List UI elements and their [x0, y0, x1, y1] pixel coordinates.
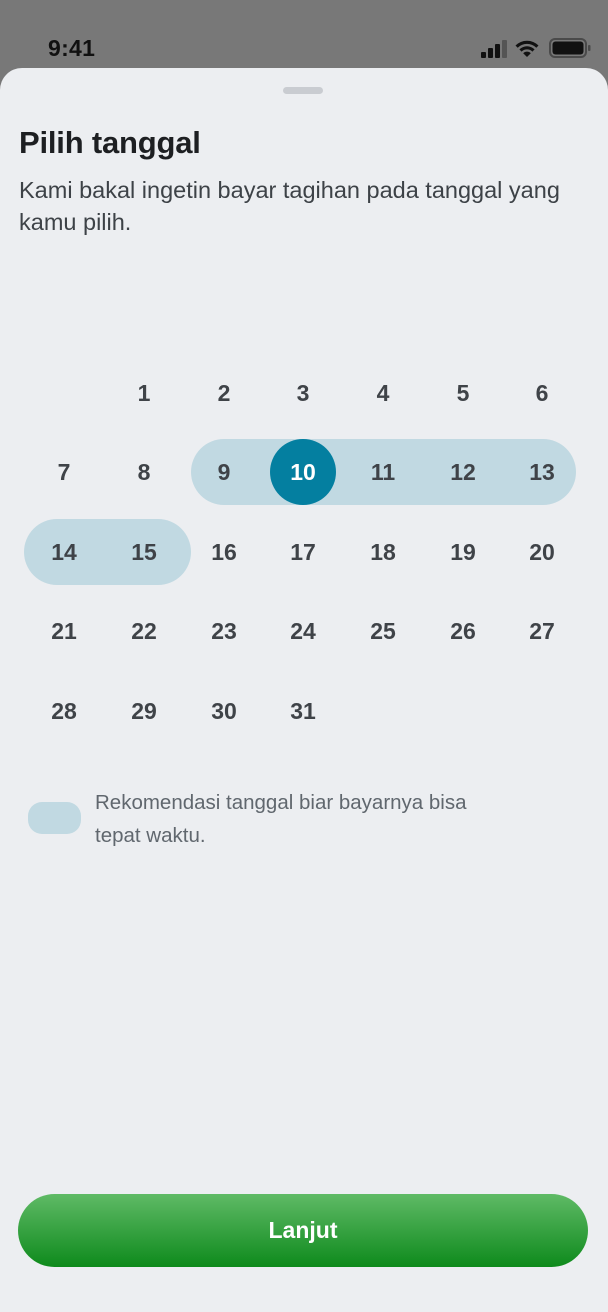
calendar-day[interactable]: 3	[270, 360, 336, 426]
calendar-day-selected[interactable]: 10	[270, 439, 336, 505]
calendar-day[interactable]: 31	[270, 678, 336, 744]
calendar-day[interactable]: 30	[191, 678, 257, 744]
calendar-day[interactable]: 4	[350, 360, 416, 426]
calendar-day[interactable]: 11	[350, 439, 416, 505]
calendar-day[interactable]: 6	[509, 360, 575, 426]
calendar-day[interactable]: 12	[430, 439, 496, 505]
calendar-day[interactable]: 13	[509, 439, 575, 505]
cellular-signal-icon	[481, 40, 507, 58]
calendar-day[interactable]: 28	[31, 678, 97, 744]
battery-icon	[549, 38, 591, 58]
calendar-day[interactable]: 8	[111, 439, 177, 505]
calendar-day[interactable]: 19	[430, 519, 496, 585]
wifi-icon	[515, 40, 539, 57]
calendar-day[interactable]: 2	[191, 360, 257, 426]
calendar-day[interactable]: 18	[350, 519, 416, 585]
calendar-day[interactable]: 27	[509, 598, 575, 664]
calendar-day[interactable]: 25	[350, 598, 416, 664]
calendar-day[interactable]: 24	[270, 598, 336, 664]
calendar-day[interactable]: 26	[430, 598, 496, 664]
date-picker-grid: 1 2 3 4 5 6 7 8 9 10 11 12 13 14 15 16 17 18 19 20 21 22 23 24 2…	[0, 68, 608, 768]
calendar-day[interactable]: 23	[191, 598, 257, 664]
calendar-day[interactable]: 21	[31, 598, 97, 664]
calendar-day[interactable]: 14	[31, 519, 97, 585]
calendar-day[interactable]: 9	[191, 439, 257, 505]
calendar-day[interactable]: 15	[111, 519, 177, 585]
calendar-day[interactable]: 1	[111, 360, 177, 426]
calendar-day[interactable]: 16	[191, 519, 257, 585]
status-bar: 9:41	[0, 0, 608, 68]
calendar-day[interactable]: 20	[509, 519, 575, 585]
continue-button[interactable]: Lanjut	[18, 1194, 588, 1267]
legend: Rekomendasi tanggal biar bayarnya bisa t…	[28, 786, 548, 856]
calendar-day[interactable]: 22	[111, 598, 177, 664]
status-time: 9:41	[48, 35, 96, 61]
bottom-sheet: Pilih tanggal Kami bakal ingetin bayar t…	[0, 68, 608, 1312]
calendar-day[interactable]: 29	[111, 678, 177, 744]
calendar-day[interactable]: 17	[270, 519, 336, 585]
calendar-day[interactable]: 7	[31, 439, 97, 505]
legend-swatch	[28, 802, 81, 834]
calendar-day[interactable]: 5	[430, 360, 496, 426]
legend-text: Rekomendasi tanggal biar bayarnya bisa t…	[95, 791, 467, 847]
